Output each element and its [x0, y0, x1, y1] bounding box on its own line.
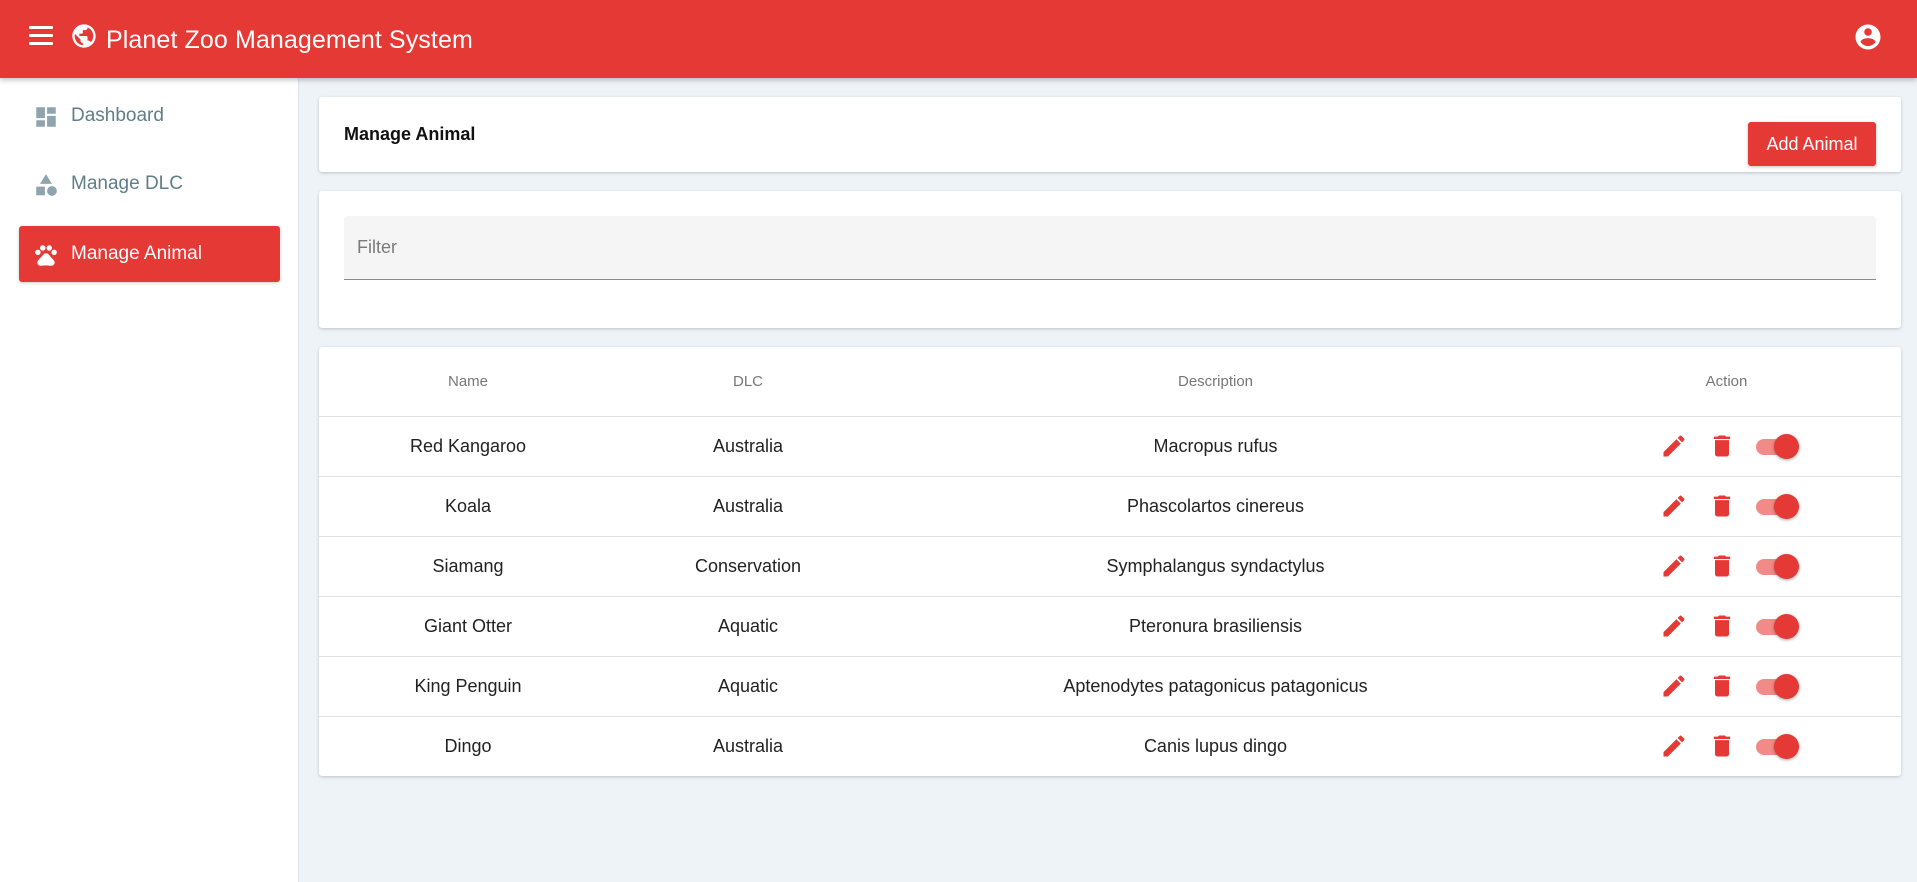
edit-icon[interactable] [1660, 492, 1688, 520]
delete-icon[interactable] [1708, 612, 1736, 640]
enabled-toggle[interactable] [1754, 492, 1799, 520]
sidebar-item-dashboard[interactable]: Dashboard [19, 88, 280, 144]
toggle-thumb [1773, 494, 1799, 519]
cell-action [1552, 476, 1901, 537]
column-header-name[interactable]: Name [319, 347, 617, 417]
delete-icon[interactable] [1708, 732, 1736, 760]
toggle-thumb [1773, 554, 1799, 579]
toggle-thumb [1773, 734, 1799, 760]
cell-action [1552, 416, 1901, 477]
table-row: Red Kangaroo Australia Macropus rufus [319, 416, 1901, 477]
animal-table-card: Name DLC Description Action Red Kangaroo… [319, 347, 1901, 776]
column-header-dlc[interactable]: DLC [617, 347, 879, 417]
globe-icon [72, 24, 96, 48]
cell-action [1552, 536, 1901, 597]
sidebar-item-label: Dashboard [71, 105, 164, 126]
cell-name: Red Kangaroo [319, 416, 617, 477]
dashboard-icon [36, 107, 56, 127]
cell-name: Koala [319, 476, 617, 537]
filter-card [319, 191, 1901, 328]
row-actions [1552, 492, 1901, 520]
row-actions [1552, 732, 1901, 760]
delete-icon[interactable] [1708, 492, 1736, 520]
cell-action [1552, 656, 1901, 717]
cell-description: Pteronura brasiliensis [879, 596, 1552, 657]
table-row: Koala Australia Phascolartos cinereus [319, 476, 1901, 537]
cell-name: Dingo [444, 735, 492, 756]
enabled-toggle[interactable] [1754, 672, 1799, 700]
edit-icon[interactable] [1660, 732, 1688, 760]
cell-dlc: Australia [617, 476, 879, 537]
row-actions [1552, 552, 1901, 580]
top-app-bar: Planet Zoo Management System [0, 0, 1917, 78]
enabled-toggle[interactable] [1754, 612, 1799, 640]
cell-dlc: Aquatic [617, 656, 879, 717]
edit-icon[interactable] [1660, 432, 1688, 460]
column-header-action: Action [1552, 347, 1901, 417]
paw-icon [35, 245, 57, 266]
table-header-row: Name DLC Description Action [319, 347, 1901, 417]
sidebar-item-manage-dlc[interactable]: Manage DLC [19, 156, 280, 212]
enabled-toggle[interactable] [1754, 432, 1799, 460]
account-circle-icon[interactable] [1853, 22, 1883, 52]
row-actions [1552, 432, 1901, 460]
edit-icon[interactable] [1660, 612, 1688, 640]
toggle-thumb [1773, 674, 1799, 699]
delete-icon[interactable] [1708, 432, 1736, 460]
delete-icon[interactable] [1708, 552, 1736, 580]
cell-name: Giant Otter [319, 596, 617, 657]
page-header-card: Manage Animal Add Animal [319, 97, 1901, 172]
column-header-description[interactable]: Description [879, 347, 1552, 417]
cell-name: Siamang [319, 536, 617, 597]
edit-icon[interactable] [1660, 552, 1688, 580]
page-title: Manage Animal [344, 124, 476, 144]
cell-description: Symphalangus syndactylus [879, 536, 1552, 597]
cell-action [1552, 596, 1901, 657]
sidebar-item-label: Manage DLC [71, 173, 183, 194]
enabled-toggle[interactable] [1754, 552, 1799, 580]
cell-dlc: Australia [617, 416, 879, 477]
cell-action [1552, 716, 1901, 776]
sidebar: Dashboard Manage DLC Manage Animal [0, 78, 299, 882]
edit-icon[interactable] [1660, 672, 1688, 700]
cell-name: King Penguin [319, 656, 617, 717]
table-row: Dingo Australia Canis lupus dingo [319, 716, 1901, 776]
menu-icon[interactable] [28, 26, 56, 52]
toggle-thumb [1773, 614, 1799, 639]
sidebar-item-label: Manage Animal [71, 243, 202, 264]
cell-description: Aptenodytes patagonicus patagonicus [879, 656, 1552, 717]
shapes-icon [36, 174, 57, 196]
app-title: Planet Zoo Management System [106, 26, 473, 54]
cell-description: Macropus rufus [879, 416, 1552, 477]
animal-table: Name DLC Description Action Red Kangaroo… [319, 347, 1901, 776]
filter-field [344, 216, 1876, 280]
table-row: Siamang Conservation Symphalangus syndac… [319, 536, 1901, 597]
cell-description: Canis lupus dingo [1143, 735, 1288, 756]
toggle-thumb [1773, 434, 1799, 459]
enabled-toggle[interactable] [1754, 732, 1799, 760]
cell-dlc: Aquatic [617, 596, 879, 657]
cell-description: Phascolartos cinereus [879, 476, 1552, 537]
table-row: King Penguin Aquatic Aptenodytes patagon… [319, 656, 1901, 717]
delete-icon[interactable] [1708, 672, 1736, 700]
filter-input[interactable] [344, 216, 1876, 279]
cell-dlc: Conservation [617, 536, 879, 597]
row-actions [1552, 672, 1901, 700]
cell-dlc: Australia [712, 735, 784, 756]
add-animal-button[interactable]: Add Animal [1748, 122, 1876, 166]
sidebar-item-manage-animal[interactable]: Manage Animal [19, 226, 280, 282]
row-actions [1552, 612, 1901, 640]
table-row: Giant Otter Aquatic Pteronura brasiliens… [319, 596, 1901, 657]
